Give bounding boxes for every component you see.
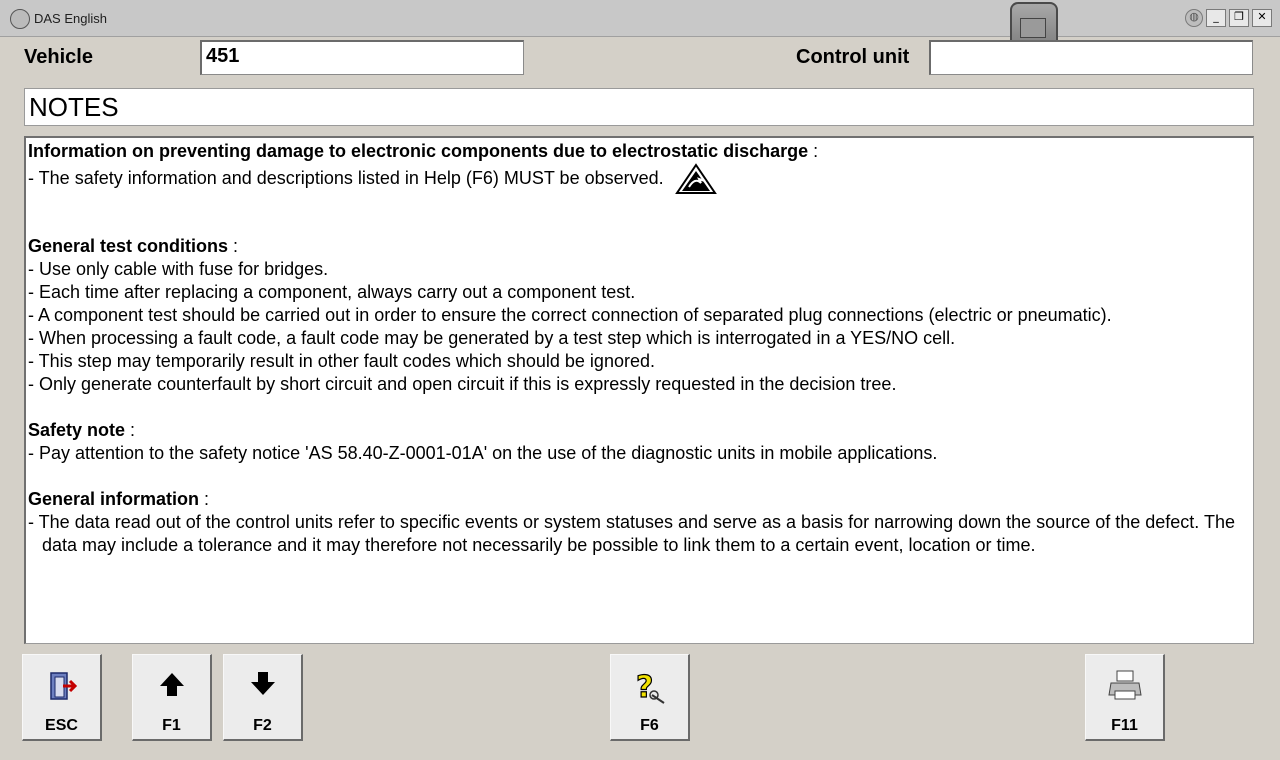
f1-page-up-button[interactable]: F1 — [132, 654, 212, 741]
safety-heading-line: Safety note : — [28, 420, 136, 440]
notes-title: NOTES — [24, 88, 1254, 126]
list-item: - When processing a fault code, a fault … — [28, 328, 956, 348]
list-item: - A component test should be carried out… — [28, 305, 1112, 325]
list-item: - This step may temporarily result in ot… — [28, 351, 655, 371]
window-controls: ◍ _ ❐ ✕ — [1185, 9, 1272, 27]
svg-text:?: ? — [636, 670, 653, 705]
f2-page-down-button[interactable]: F2 — [223, 654, 303, 741]
esd-line: - The safety information and description… — [28, 163, 1251, 195]
vehicle-label: Vehicle — [24, 46, 93, 68]
esd-heading-line: Information on preventing damage to elec… — [28, 141, 819, 161]
printer-icon — [1107, 670, 1142, 700]
list-item: - Each time after replacing a component,… — [28, 282, 636, 302]
title-bar: DAS English ◍ _ ❐ ✕ — [0, 0, 1280, 37]
f6-help-button[interactable]: ? F6 — [610, 654, 690, 741]
general-test-heading-line: General test conditions : — [28, 236, 239, 256]
globe-icon[interactable]: ◍ — [1185, 9, 1203, 27]
esd-warning-icon — [674, 163, 717, 194]
exit-door-icon — [49, 672, 77, 700]
restore-button[interactable]: ❐ — [1229, 9, 1249, 27]
safety-line: - Pay attention to the safety notice 'AS… — [28, 443, 938, 463]
window-title: DAS English — [34, 11, 107, 26]
minimize-button[interactable]: _ — [1206, 9, 1226, 27]
general-info-heading-line: General information : — [28, 489, 210, 509]
list-item: - Only generate counterfault by short ci… — [28, 374, 897, 394]
control-unit-field[interactable] — [929, 40, 1253, 75]
general-info-line: - The data read out of the control units… — [28, 512, 1235, 555]
mercedes-star-icon — [10, 9, 30, 29]
close-button[interactable]: ✕ — [1252, 9, 1272, 27]
esc-button[interactable]: ESC — [22, 654, 102, 741]
help-question-icon: ? — [635, 669, 665, 705]
list-item: - Use only cable with fuse for bridges. — [28, 259, 329, 279]
arrow-down-icon — [250, 672, 275, 695]
notes-content[interactable]: Information on preventing damage to elec… — [24, 136, 1254, 644]
f11-print-button[interactable]: F11 — [1085, 654, 1165, 741]
arrow-up-icon — [159, 673, 184, 696]
control-unit-label: Control unit — [796, 46, 910, 68]
vehicle-field[interactable]: 451 — [200, 40, 524, 75]
